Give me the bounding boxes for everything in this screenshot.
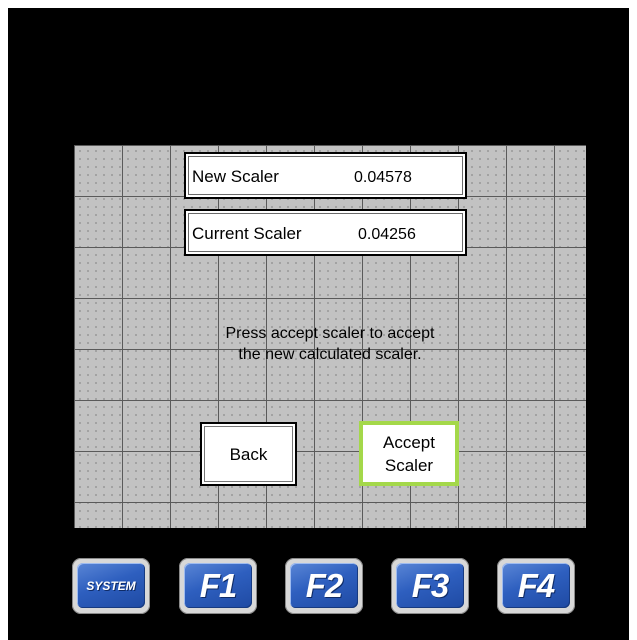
f4-key-label: F4 (502, 563, 570, 608)
instruction-line-2: the new calculated scaler. (238, 346, 422, 363)
f2-key-label: F2 (290, 563, 358, 608)
f4-key[interactable]: F4 (497, 558, 575, 614)
current-scaler-label: Current Scaler (192, 224, 302, 243)
accept-button-label-line-2: Scaler (384, 455, 434, 475)
f2-key[interactable]: F2 (285, 558, 363, 614)
current-scaler-display: Current Scaler 0.04256 (184, 209, 467, 256)
instruction-line-1: Press accept scaler to accept (225, 325, 435, 342)
back-button-label: Back (229, 444, 268, 464)
instruction-message: Press accept scaler to accept the new ca… (74, 323, 586, 365)
system-key[interactable]: SYSTEM (72, 558, 150, 614)
back-button[interactable]: Back (200, 422, 297, 486)
new-scaler-value: 0.04578 (354, 169, 412, 186)
new-scaler-label: New Scaler (192, 167, 279, 186)
f3-key-label: F3 (396, 563, 464, 608)
hmi-screen: New Scaler 0.04578 Current Scaler 0.0425… (74, 145, 586, 528)
f3-key[interactable]: F3 (391, 558, 469, 614)
new-scaler-display: New Scaler 0.04578 (184, 152, 467, 199)
f1-key[interactable]: F1 (179, 558, 257, 614)
system-key-label: SYSTEM (77, 563, 145, 608)
accept-button-label-line-1: Accept (383, 432, 435, 452)
current-scaler-value: 0.04256 (358, 226, 416, 243)
f1-key-label: F1 (184, 563, 252, 608)
accept-scaler-button[interactable]: Accept Scaler (359, 421, 459, 486)
